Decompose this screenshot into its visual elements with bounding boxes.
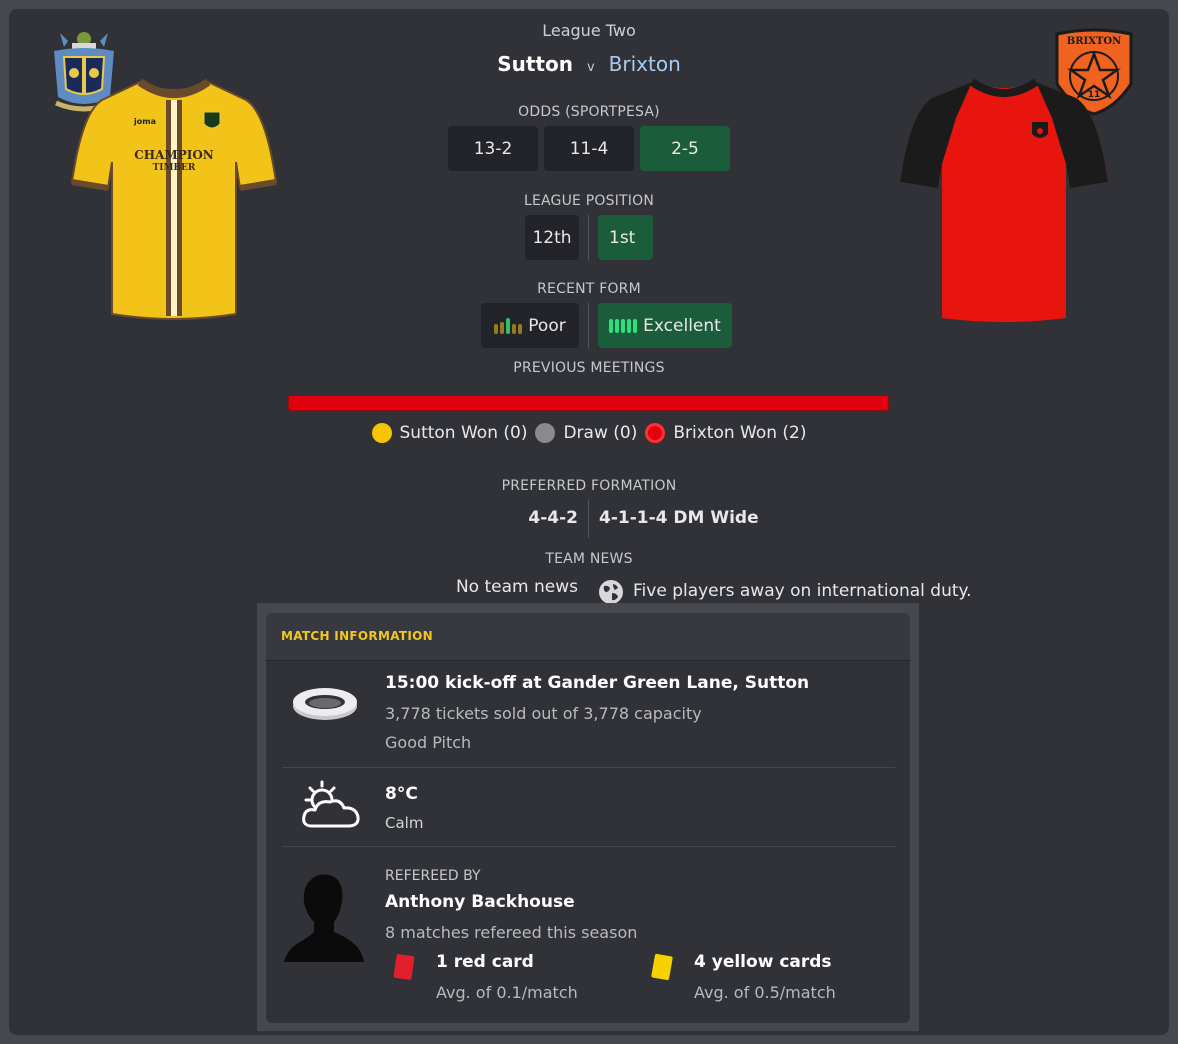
venue-divider [282, 767, 895, 768]
odds-draw[interactable]: 11-4 [544, 126, 634, 171]
away-won-dot-icon [645, 423, 666, 443]
venue-pitch: Good Pitch [385, 733, 472, 752]
yellow-cards-average: Avg. of 0.5/match [694, 983, 836, 1002]
venue-tickets: 3,778 tickets sold out of 3,778 capacity [385, 704, 702, 723]
away-league-position[interactable]: 1st [598, 215, 653, 260]
home-form-text: Poor [528, 315, 566, 336]
position-divider [588, 215, 589, 260]
home-formation[interactable]: 4-4-2 [478, 508, 578, 528]
odds-away[interactable]: 2-5 [640, 126, 730, 171]
weather-wind: Calm [385, 814, 424, 832]
draw-dot-icon [535, 423, 556, 443]
referee-label: REFEREED BY [385, 868, 481, 884]
odds-label: ODDS (SPORTPESA) [518, 104, 660, 120]
weather-temperature: 8°C [385, 784, 418, 804]
home-form-bars-icon [494, 317, 523, 334]
away-team-name[interactable]: Brixton [609, 52, 681, 76]
red-card-icon [391, 952, 417, 982]
previous-meetings-legend: Sutton Won (0) Draw (0) Brixton Won (2) [0, 423, 1178, 443]
svg-text:CHAMPION: CHAMPION [134, 148, 214, 162]
away-won-text: Brixton Won (2) [673, 423, 807, 443]
globe-icon [598, 579, 624, 605]
cloud-sun-icon [298, 780, 364, 832]
away-form-text: Excellent [643, 315, 721, 336]
red-cards-average: Avg. of 0.1/match [436, 983, 578, 1002]
league-position-label: LEAGUE POSITION [523, 193, 655, 209]
versus-label: v [586, 60, 595, 75]
preferred-formation-label: PREFERRED FORMATION [501, 478, 677, 494]
home-league-position[interactable]: 12th [525, 215, 579, 260]
home-team-name[interactable]: Sutton [497, 52, 573, 76]
home-recent-form[interactable]: Poor [481, 303, 579, 348]
home-won-text: Sutton Won (0) [399, 423, 528, 443]
yellow-card-icon [648, 951, 676, 983]
draw-text: Draw (0) [563, 423, 638, 443]
odds-home[interactable]: 13-2 [448, 126, 538, 171]
yellow-cards-count: 4 yellow cards [694, 952, 832, 972]
home-team-news: No team news [455, 577, 578, 597]
venue-headline[interactable]: 15:00 kick-off at Gander Green Lane, Sut… [385, 673, 809, 693]
away-formation[interactable]: 4-1-1-4 DM Wide [599, 508, 759, 528]
team-news-label: TEAM NEWS [545, 551, 633, 567]
previous-meetings-bar [288, 395, 889, 411]
home-won-dot-icon [371, 423, 392, 443]
away-form-bars-icon [609, 318, 638, 333]
recent-form-label: RECENT FORM [537, 281, 641, 297]
formation-divider [588, 500, 589, 538]
referee-name[interactable]: Anthony Backhouse [385, 892, 575, 912]
svg-text:TIMBER: TIMBER [153, 163, 196, 173]
away-recent-form[interactable]: Excellent [598, 303, 732, 348]
match-teams: Sutton v Brixton [0, 52, 1178, 76]
match-information-title: MATCH INFORMATION [281, 629, 433, 643]
form-divider [588, 303, 589, 348]
previous-meetings-label: PREVIOUS MEETINGS [513, 360, 665, 376]
weather-divider [282, 846, 895, 847]
competition-name: League Two [542, 21, 636, 40]
referee-silhouette-icon [282, 872, 366, 964]
stadium-icon [290, 684, 360, 724]
red-cards-count: 1 red card [436, 952, 534, 972]
away-team-news[interactable]: Five players away on international duty. [633, 581, 972, 601]
referee-matches: 8 matches refereed this season [385, 923, 638, 942]
